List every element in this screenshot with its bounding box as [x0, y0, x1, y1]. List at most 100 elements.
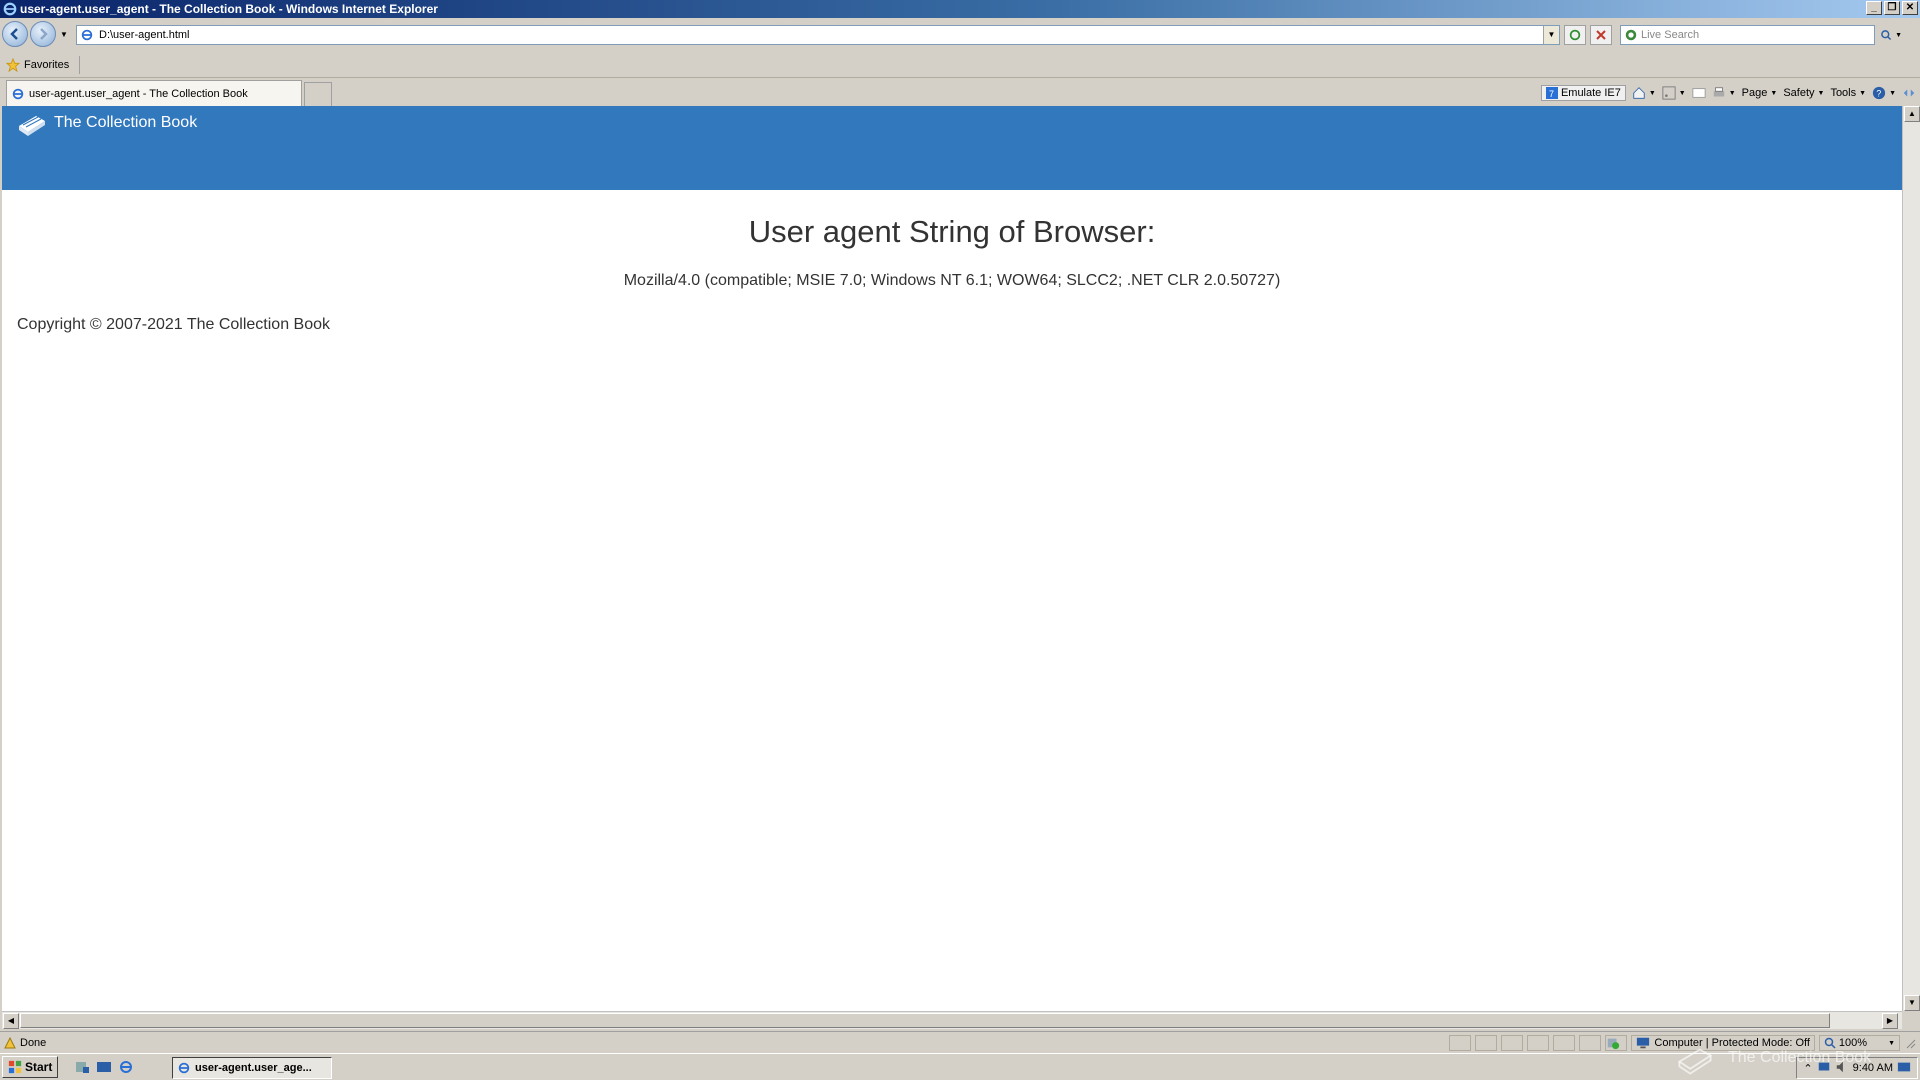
research-button[interactable]	[1902, 86, 1916, 100]
tab-title: user-agent.user_agent - The Collection B…	[29, 87, 248, 100]
page-menu[interactable]: Page ▼	[1742, 87, 1778, 99]
favorites-divider	[79, 55, 81, 74]
site-brand-link[interactable]: The Collection Book	[16, 108, 197, 138]
tab-ie-icon	[12, 88, 24, 99]
addon-icon	[1608, 1038, 1620, 1050]
book-logo-icon	[19, 116, 45, 136]
quick-launch	[74, 1059, 134, 1075]
task-ie-icon	[178, 1062, 190, 1074]
site-header-banner: The Collection Book	[2, 106, 1902, 190]
home-dropdown-icon[interactable]: ▼	[1649, 90, 1656, 97]
search-options-dropdown-icon[interactable]: ▼	[1895, 32, 1902, 39]
feeds-dropdown-icon[interactable]: ▼	[1679, 90, 1686, 97]
scroll-left-button[interactable]: ◀	[3, 1013, 19, 1029]
show-desktop-button[interactable]	[1897, 1060, 1911, 1077]
scroll-right-button[interactable]: ▶	[1882, 1013, 1898, 1029]
tools-menu-caret-icon: ▼	[1859, 89, 1867, 97]
close-button[interactable]: ✕	[1902, 1, 1918, 15]
windows-logo-icon	[8, 1060, 22, 1074]
page-menu-label: Page	[1741, 87, 1768, 99]
scroll-down-button[interactable]: ▼	[1904, 995, 1920, 1011]
tab-active[interactable]: user-agent.user_agent - The Collection B…	[6, 80, 302, 106]
live-search-icon	[1625, 29, 1637, 41]
horizontal-scrollbar[interactable]: ◀ ▶	[2, 1011, 1902, 1029]
task-label: user-agent.user_age...	[195, 1062, 312, 1074]
safety-menu-label: Safety	[1783, 87, 1815, 99]
status-text: Done	[20, 1036, 47, 1049]
star-icon	[6, 57, 20, 72]
favorites-bar: Favorites	[0, 52, 1920, 78]
emulate-icon: 7	[1545, 87, 1558, 99]
vertical-scrollbar[interactable]: ▲ ▼	[1902, 106, 1920, 1011]
resize-grip-icon[interactable]	[1904, 1037, 1916, 1049]
window-title: user-agent.user_agent - The Collection B…	[20, 2, 438, 16]
user-agent-string: Mozilla/4.0 (compatible; MSIE 7.0; Windo…	[623, 272, 1281, 289]
taskbar-task-ie[interactable]: user-agent.user_age...	[172, 1057, 332, 1079]
home-icon	[1633, 87, 1645, 99]
print-dropdown-icon[interactable]: ▼	[1729, 90, 1736, 97]
safety-menu-caret-icon: ▼	[1817, 89, 1825, 97]
emulate-label: Emulate IE7	[1560, 87, 1621, 99]
warning-icon	[4, 1036, 16, 1048]
page-viewport: The Collection Book User agent String of…	[2, 106, 1902, 1011]
internet-explorer-icon	[3, 2, 17, 16]
feeds-button[interactable]: ▼	[1662, 86, 1686, 100]
tools-menu-label: Tools	[1830, 87, 1857, 99]
scroll-up-button[interactable]: ▲	[1904, 106, 1920, 122]
search-icon	[1881, 30, 1892, 41]
help-button[interactable]: ? ▼	[1872, 86, 1896, 100]
address-bar[interactable]: D:\user-agent.html ▼	[76, 25, 1560, 45]
zoom-dropdown-icon[interactable]: ▼	[1888, 1040, 1895, 1047]
site-brand-name: The Collection Book	[54, 114, 198, 131]
status-segment	[1579, 1035, 1602, 1051]
emulate-ie7-button[interactable]: 7 Emulate IE7	[1540, 85, 1626, 101]
tools-menu[interactable]: Tools ▼	[1830, 87, 1866, 99]
read-mail-button[interactable]	[1692, 87, 1706, 99]
research-icon	[1903, 89, 1915, 97]
refresh-button[interactable]	[1564, 25, 1586, 45]
address-url[interactable]: D:\user-agent.html	[99, 29, 189, 41]
server-manager-icon[interactable]	[74, 1059, 90, 1075]
horizontal-scroll-thumb[interactable]	[20, 1013, 1830, 1028]
window-title-bar[interactable]: user-agent.user_agent - The Collection B…	[0, 0, 1920, 18]
windows-taskbar: Start user-agent.user_age... ⌃ 9:40 AM	[0, 1053, 1920, 1080]
search-button[interactable]: ▼	[1880, 25, 1902, 45]
page-icon	[81, 29, 93, 41]
watermark-text: The Collection Book	[1728, 1049, 1872, 1066]
watermark-book-icon	[1677, 1048, 1713, 1075]
page-heading: User agent String of Browser:	[748, 214, 1156, 249]
status-segment	[1475, 1035, 1498, 1051]
print-button[interactable]: ▼	[1712, 86, 1736, 100]
stop-button[interactable]	[1590, 25, 1612, 45]
address-dropdown-button[interactable]: ▼	[1543, 26, 1559, 44]
addons-status[interactable]	[1605, 1035, 1628, 1051]
copyright-text: Copyright © 2007-2021 The Collection Boo…	[17, 316, 331, 333]
help-dropdown-icon[interactable]: ▼	[1889, 90, 1896, 97]
stop-icon	[1596, 30, 1606, 40]
help-icon: ?	[1872, 86, 1886, 100]
window-controls: _ ❐ ✕	[1866, 1, 1918, 15]
back-arrow-icon	[10, 28, 18, 40]
show-desktop-icon[interactable]	[96, 1059, 112, 1075]
quicklaunch-ie-icon[interactable]	[118, 1059, 134, 1075]
favorites-button[interactable]: Favorites	[6, 57, 69, 72]
refresh-icon	[1569, 29, 1581, 41]
search-placeholder: Live Search	[1641, 29, 1700, 41]
forward-button[interactable]	[30, 21, 56, 47]
start-button[interactable]: Start	[2, 1056, 59, 1078]
status-segment	[1553, 1035, 1576, 1051]
status-segment	[1449, 1035, 1472, 1051]
rss-icon	[1662, 86, 1676, 100]
tab-bar: user-agent.user_agent - The Collection B…	[0, 78, 1920, 106]
computer-icon	[1637, 1037, 1650, 1049]
minimize-button[interactable]: _	[1866, 1, 1882, 15]
svg-text:7: 7	[1549, 89, 1554, 99]
home-button[interactable]: ▼	[1632, 86, 1656, 100]
new-tab-button[interactable]	[304, 82, 332, 106]
safety-menu[interactable]: Safety ▼	[1783, 87, 1824, 99]
search-box[interactable]: Live Search	[1620, 25, 1875, 45]
history-dropdown-icon[interactable]: ▼	[60, 30, 68, 39]
back-button[interactable]	[2, 21, 28, 47]
restore-button[interactable]: ❐	[1884, 1, 1900, 15]
status-bar: Done Computer | Protected Mode: Off 100%…	[0, 1031, 1920, 1053]
